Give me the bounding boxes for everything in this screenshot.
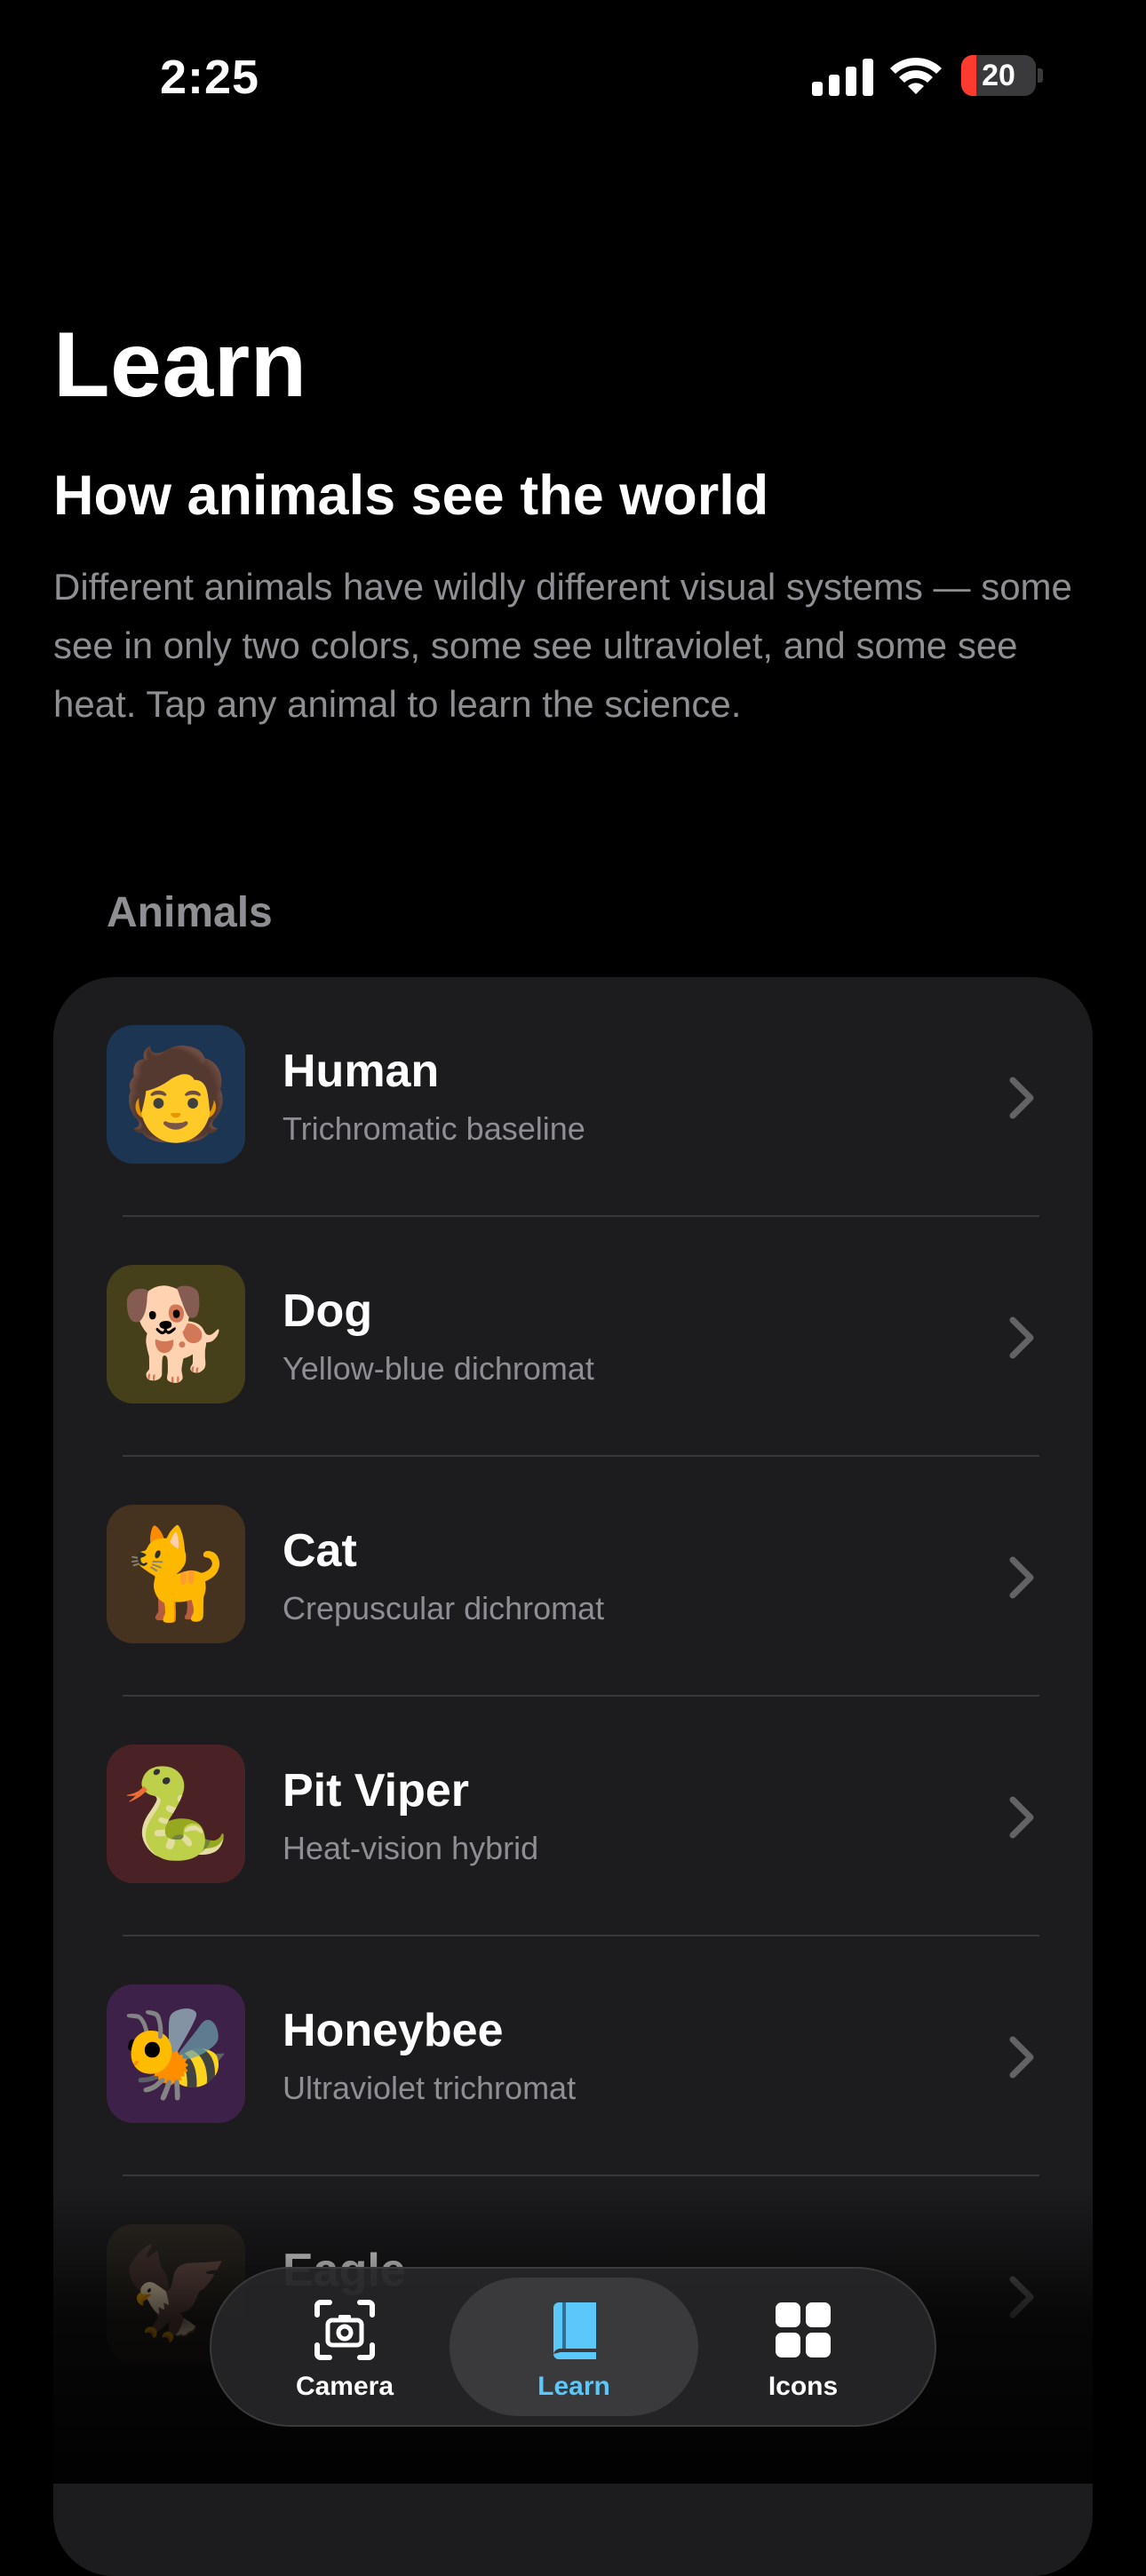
wifi-icon: [890, 57, 942, 94]
battery-icon: 20: [961, 55, 1043, 98]
bee-icon: 🐝: [107, 1984, 245, 2123]
list-item-title: Pit Viper: [283, 1765, 470, 1817]
grid-icon: [776, 2302, 831, 2357]
human-icon: 🧑: [107, 1025, 245, 1164]
status-time: 2:25: [160, 51, 260, 104]
chevron-right-icon: [1009, 1796, 1034, 1839]
list-item-title: Cat: [283, 1525, 357, 1577]
list-item-subtitle: Crepuscular dichromat: [283, 1590, 605, 1626]
list-item-subtitle: Heat-vision hybrid: [283, 1830, 539, 1866]
tab-label: Icons: [768, 2372, 839, 2401]
list-item-title: Dog: [283, 1285, 373, 1337]
snake-icon: 🐍: [107, 1745, 245, 1883]
book-icon: [553, 2302, 596, 2359]
list-item-subtitle: Ultraviolet trichromat: [283, 2070, 577, 2106]
list-item-subtitle: Yellow-blue dichromat: [283, 1350, 594, 1387]
tab-icons[interactable]: Icons: [679, 2278, 927, 2416]
chevron-right-icon: [1009, 2276, 1034, 2318]
chevron-right-icon: [1009, 1077, 1034, 1119]
battery-level: 20: [982, 59, 1015, 92]
list-item-honeybee[interactable]: 🐝 Honeybee Ultraviolet trichromat: [53, 1936, 1093, 2176]
cat-icon: 🐈: [107, 1505, 245, 1643]
tab-label: Learn: [537, 2372, 610, 2401]
tab-camera[interactable]: Camera: [220, 2278, 469, 2416]
page-title: Learn: [53, 314, 307, 417]
status-bar: 2:25 20: [0, 0, 1146, 151]
list-item-cat[interactable]: 🐈 Cat Crepuscular dichromat: [53, 1457, 1093, 1697]
camera-icon: [314, 2300, 375, 2360]
cellular-signal-icon: [812, 59, 874, 96]
section-heading: How animals see the world: [53, 465, 769, 527]
list-item-pit-viper[interactable]: 🐍 Pit Viper Heat-vision hybrid: [53, 1697, 1093, 1936]
list-item-subtitle: Trichromatic baseline: [283, 1110, 585, 1147]
list-item-title: Human: [283, 1046, 440, 1097]
tab-label: Camera: [295, 2372, 394, 2401]
list-item-dog[interactable]: 🐕 Dog Yellow-blue dichromat: [53, 1217, 1093, 1457]
intro-description: Different animals have wildly different …: [53, 566, 1072, 725]
chevron-right-icon: [1009, 1556, 1034, 1599]
dog-icon: 🐕: [107, 1265, 245, 1403]
list-header: Animals: [107, 889, 273, 936]
tab-bar: Camera Learn Icons: [210, 2267, 936, 2427]
list-item-title: Honeybee: [283, 2005, 504, 2056]
chevron-right-icon: [1009, 2036, 1034, 2079]
chevron-right-icon: [1009, 1316, 1034, 1359]
tab-learn[interactable]: Learn: [450, 2278, 698, 2416]
list-item-human[interactable]: 🧑 Human Trichromatic baseline: [53, 977, 1093, 1217]
